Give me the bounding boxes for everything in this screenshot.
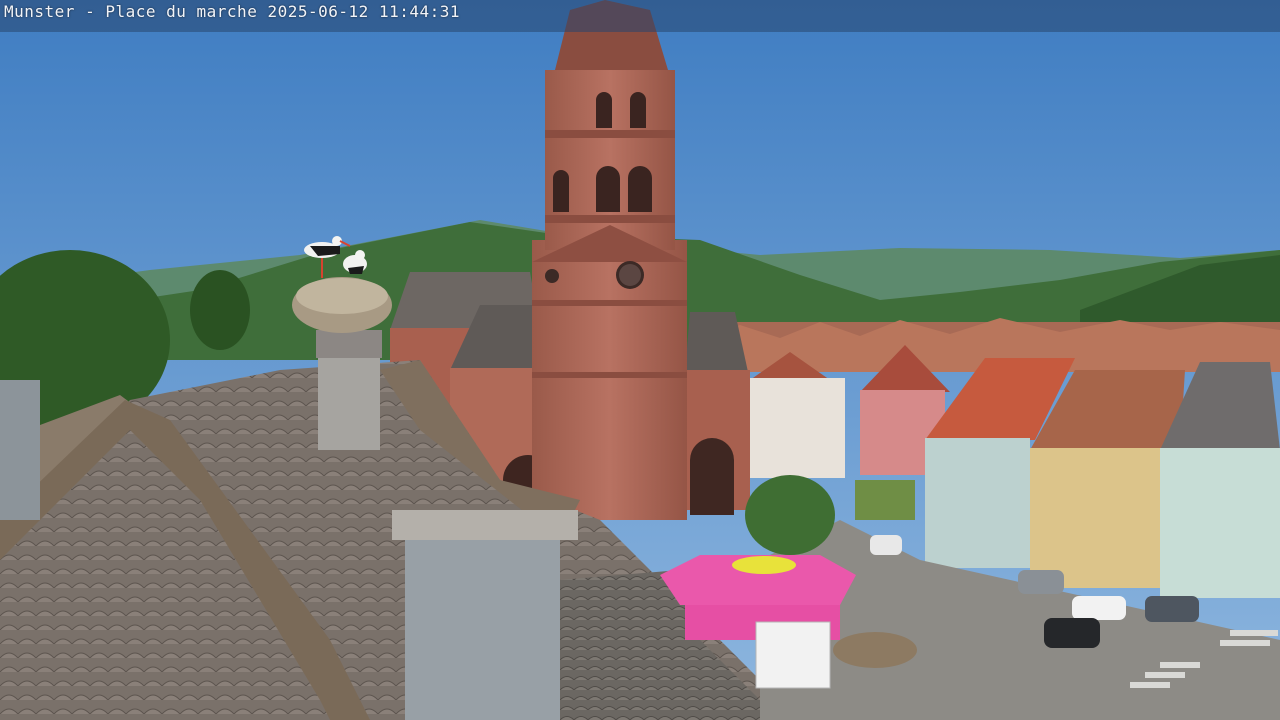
white-kiosk xyxy=(755,621,831,689)
tree-left-2 xyxy=(190,270,250,350)
church-tower xyxy=(532,0,687,520)
caption-bar: Munster - Place du marche 2025-06-12 11:… xyxy=(0,0,1280,32)
fountain xyxy=(833,632,917,668)
caption-time: 11:44:31 xyxy=(378,2,460,21)
caption-location: Munster - Place du marche xyxy=(4,2,258,21)
caption-date: 2025-06-12 xyxy=(267,2,369,21)
stork-nest xyxy=(292,277,392,333)
webcam-scene xyxy=(0,0,1280,720)
camera-caption: Munster - Place du marche 2025-06-12 11:… xyxy=(4,2,460,22)
